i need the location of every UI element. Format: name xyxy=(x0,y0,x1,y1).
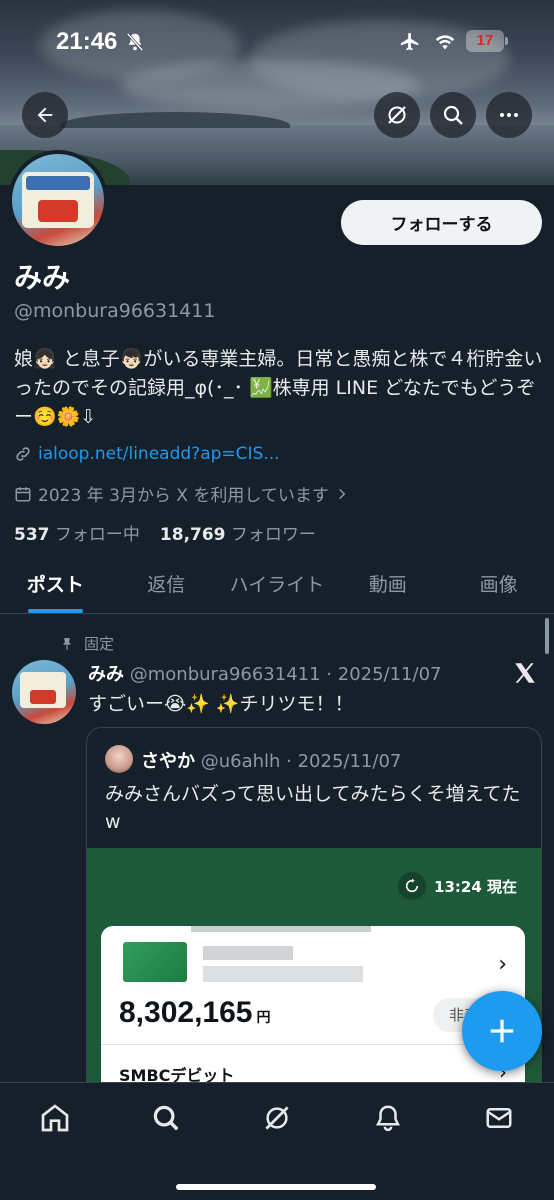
status-time: 21:46 xyxy=(56,28,118,55)
following-stat[interactable]: 537 フォロー中 xyxy=(14,520,140,545)
home-indicator xyxy=(176,1184,376,1190)
follow-stats: 537 フォロー中 18,769 フォロワー xyxy=(14,520,316,545)
bell-off-icon xyxy=(126,32,144,52)
x-logo-icon[interactable] xyxy=(512,660,538,686)
pin-icon xyxy=(62,637,72,650)
post-header: みみ @monbura96631411 · 2025/11/07 xyxy=(88,660,441,686)
chevron-right-icon: › xyxy=(498,952,507,977)
bank-logo xyxy=(123,942,187,982)
joined-row[interactable]: 2023 年 3月から X を利用しています xyxy=(14,481,349,506)
search-icon xyxy=(153,1105,179,1131)
bottom-nav xyxy=(0,1082,554,1200)
wifi-icon xyxy=(435,35,455,50)
tab-media[interactable]: 画像 xyxy=(443,562,554,613)
notifications-icon xyxy=(375,1105,401,1132)
post-author-name[interactable]: みみ xyxy=(88,664,124,685)
quote-author-meta: @u6ahlh · 2025/11/07 xyxy=(200,751,402,772)
battery-indicator: 17 xyxy=(466,30,508,52)
profile-bio: 娘👧🏻 と息子👦🏻がいる専業主婦。日常と愚痴と株で４桁貯金いったのでその記録用_… xyxy=(14,348,543,428)
quote-text: みみさんバズって思い出してみたらくそ増えてたw xyxy=(105,783,521,833)
post-author-meta: @monbura96631411 · 2025/11/07 xyxy=(129,664,442,685)
tab-videos[interactable]: 動画 xyxy=(332,562,443,613)
profile-avatar[interactable] xyxy=(8,150,108,250)
more-button[interactable] xyxy=(486,92,532,138)
post-avatar[interactable] xyxy=(12,660,76,724)
home-icon xyxy=(41,1104,69,1132)
back-button[interactable] xyxy=(22,92,68,138)
followers-stat[interactable]: 18,769 フォロワー xyxy=(160,520,316,545)
nav-search[interactable] xyxy=(149,1101,183,1135)
link-icon xyxy=(16,447,30,461)
tab-posts[interactable]: ポスト xyxy=(0,562,111,613)
tab-replies[interactable]: 返信 xyxy=(111,562,222,613)
status-bar: 21:46 17 xyxy=(0,0,554,84)
quoted-post[interactable]: さやか @u6ahlh · 2025/11/07 みみさんバズって思い出してみた… xyxy=(86,727,542,1127)
nav-home[interactable] xyxy=(38,1101,72,1135)
more-icon xyxy=(500,113,518,117)
nav-messages[interactable] xyxy=(482,1101,516,1135)
profile-link[interactable]: ialoop.net/lineadd?ap=CIS... xyxy=(38,444,280,464)
balance-amount: 8,302,165 円 xyxy=(119,996,271,1029)
post-text: すごいー😭✨ ✨チリツモ！！ xyxy=(88,693,354,715)
nav-grok[interactable] xyxy=(260,1101,294,1135)
search-button[interactable] xyxy=(430,92,476,138)
follow-button[interactable]: フォローする xyxy=(341,200,542,245)
pinned-indicator: 固定 xyxy=(60,633,114,654)
tab-highlights[interactable]: ハイライト xyxy=(222,562,333,613)
airplane-icon xyxy=(400,32,419,51)
search-icon xyxy=(443,105,463,125)
grok-icon xyxy=(265,1106,289,1130)
profile-name: みみ xyxy=(14,261,71,294)
calendar-icon xyxy=(15,486,31,501)
messages-icon xyxy=(486,1108,512,1128)
profile-tabs: ポスト 返信 ハイライト 動画 画像 xyxy=(0,562,554,614)
scrollbar[interactable] xyxy=(545,618,549,654)
profile-link-row[interactable]: ialoop.net/lineadd?ap=CIS... xyxy=(14,444,280,464)
quote-author-name[interactable]: さやか xyxy=(141,751,195,772)
profile-handle: @monbura96631411 xyxy=(14,300,216,322)
compose-button[interactable] xyxy=(462,991,542,1071)
quote-avatar[interactable] xyxy=(105,745,133,773)
quote-header: さやか @u6ahlh · 2025/11/07 xyxy=(141,747,401,773)
joined-text: 2023 年 3月から X を利用しています xyxy=(38,486,329,506)
grok-icon xyxy=(388,106,406,124)
image-timestamp: 13:24 現在 xyxy=(398,872,517,900)
chevron-right-icon xyxy=(339,488,346,499)
compose-icon xyxy=(490,1019,514,1043)
back-icon xyxy=(37,107,53,123)
nav-notifications[interactable] xyxy=(371,1101,405,1135)
refresh-icon xyxy=(398,872,427,900)
grok-button[interactable] xyxy=(374,92,420,138)
